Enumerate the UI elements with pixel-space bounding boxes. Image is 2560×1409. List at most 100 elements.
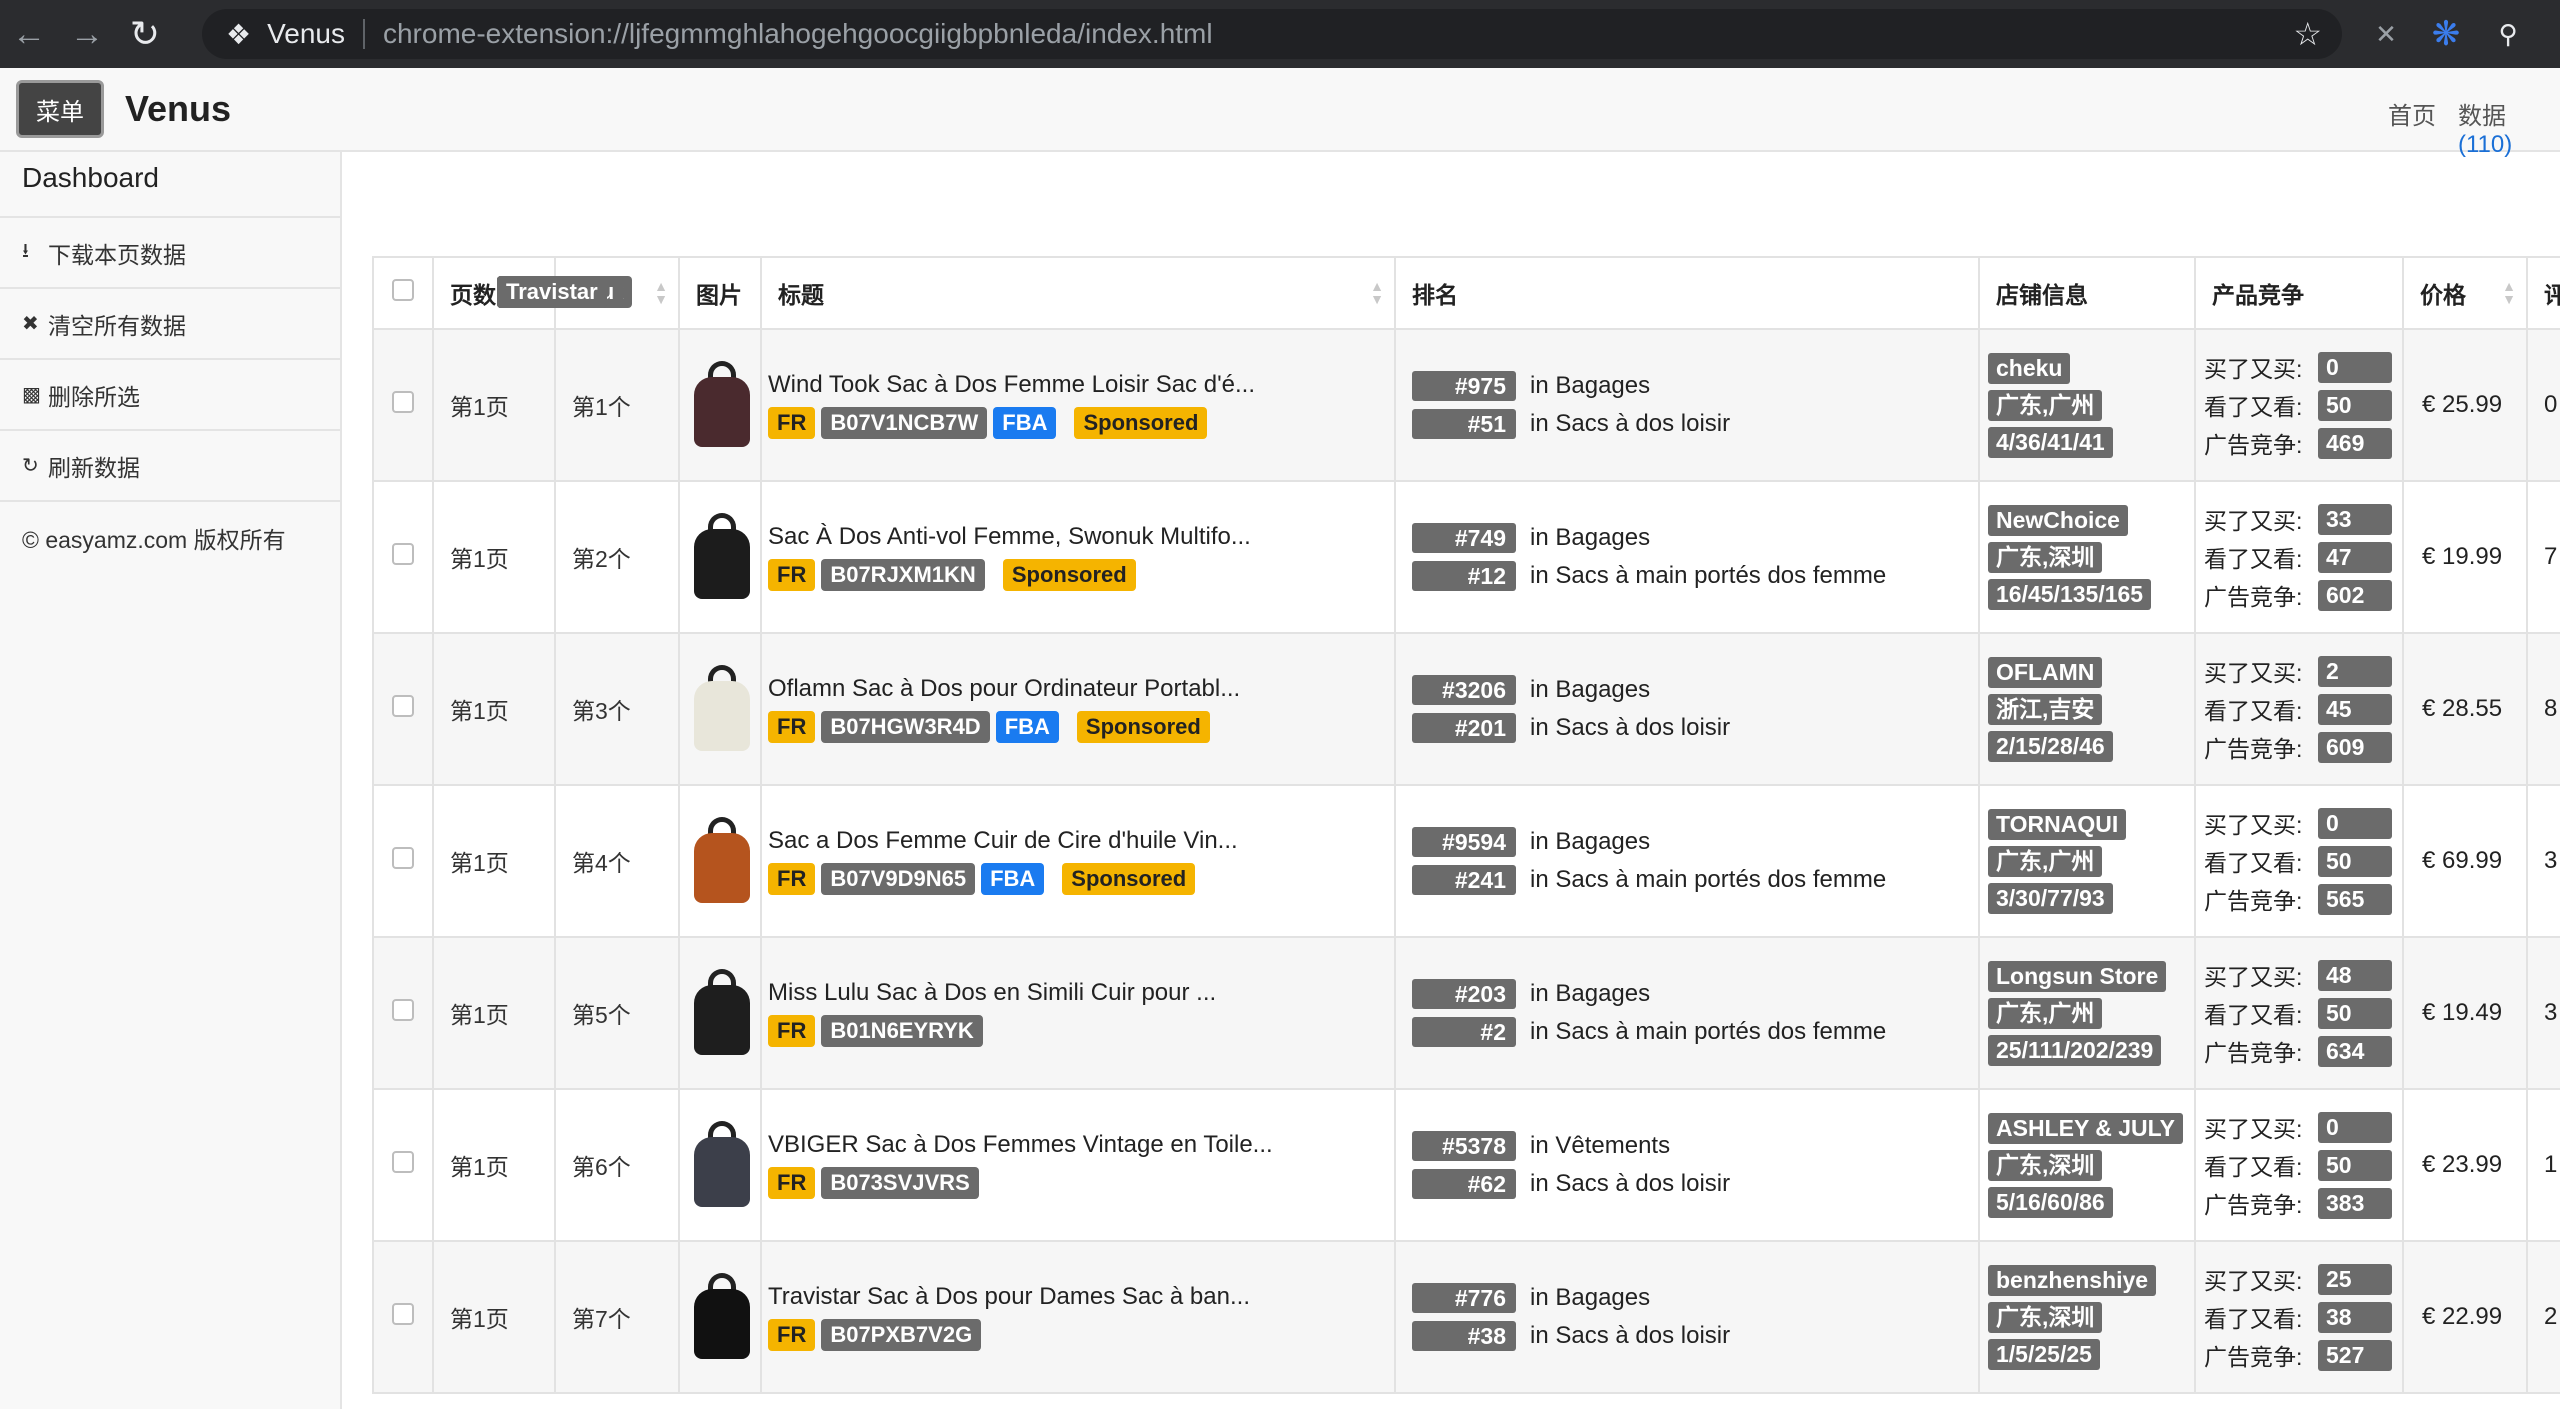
row-checkbox[interactable]	[392, 1151, 414, 1173]
store-name-badge[interactable]: TORNAQUI	[1988, 808, 2127, 840]
col-price[interactable]: 价格 ▲ ▼	[2402, 256, 2528, 330]
comp-line-bought: 买了又买: 0	[2204, 1108, 2402, 1146]
search-extension-icon[interactable]: ⚲	[2490, 16, 2526, 52]
rank-category-name: Bagages	[1555, 524, 1651, 551]
store-name-badge[interactable]: ASHLEY & JULY	[1988, 1112, 2183, 1144]
trash-icon: ▩	[22, 384, 41, 406]
product-title[interactable]: Travistar Sac à Dos pour Dames Sac à ban…	[768, 1283, 1394, 1311]
product-title[interactable]: Sac À Dos Anti-vol Femme, Swonuk Multifo…	[768, 523, 1394, 551]
row-select-cell[interactable]	[372, 480, 434, 634]
row-checkbox[interactable]	[392, 1303, 414, 1325]
comp-value: 634	[2318, 1035, 2392, 1067]
address-bar[interactable]: ❖ Venus chrome-extension://ljfegmmghlaho…	[202, 9, 2342, 59]
sort-icon[interactable]: ▲▼	[2502, 279, 2516, 306]
store-name-badge[interactable]: cheku	[1988, 352, 2071, 384]
download-icon: ⭳	[22, 239, 29, 262]
store-location-badge: 广东,广州	[1988, 845, 2103, 877]
data-link[interactable]: 数据(110)	[2458, 96, 2560, 159]
table-row: 第1页 第1个 Wind Took Sac à Dos Femme Loisir…	[372, 276, 2560, 482]
rank-category-name: Sacs à dos loisir	[1555, 714, 1731, 741]
rank-cell: #3206 in Bagages #201 in Sacs à dos loisir	[1394, 632, 1980, 786]
store-location-badge: 广东,广州	[1988, 389, 2103, 421]
store-name-badge[interactable]: OFLAMN	[1988, 656, 2103, 688]
sidebar-item-clear-all[interactable]: ✖ 清空所有数据	[0, 289, 340, 360]
menu-button[interactable]: 菜单	[16, 80, 104, 138]
row-select-cell[interactable]	[372, 1240, 434, 1394]
rank-category: in Sacs à main portés dos femme	[1530, 866, 1886, 894]
col-reviews[interactable]: 评	[2526, 256, 2560, 330]
forward-icon[interactable]: →	[58, 0, 116, 68]
row-select-cell[interactable]	[372, 328, 434, 482]
market-badge: FR	[768, 1167, 816, 1199]
row-checkbox[interactable]	[392, 847, 414, 869]
reviews-cell: 1	[2526, 1088, 2560, 1242]
bookmark-star-icon[interactable]: ☆	[2293, 15, 2322, 53]
row-select-cell[interactable]	[372, 784, 434, 938]
product-thumbnail[interactable]	[684, 357, 758, 453]
row-checkbox[interactable]	[392, 695, 414, 717]
product-title[interactable]: VBIGER Sac à Dos Femmes Vintage en Toile…	[768, 1131, 1394, 1159]
sidebar-item-delete-selected[interactable]: ▩ 删除所选	[0, 360, 340, 431]
product-thumbnail[interactable]	[684, 965, 758, 1061]
row-checkbox[interactable]	[392, 999, 414, 1021]
row-select-cell[interactable]	[372, 936, 434, 1090]
comp-label: 买了又买:	[2204, 508, 2303, 534]
product-title[interactable]: Sac a Dos Femme Cuir de Cire d'huile Vin…	[768, 827, 1394, 855]
asin-badge[interactable]: B07V9D9N65	[821, 863, 976, 895]
comp-line-viewed: 看了又看: 50	[2204, 994, 2402, 1032]
col-label: 价格	[2420, 282, 2466, 308]
product-thumbnail[interactable]	[684, 813, 758, 909]
comp-value: 33	[2318, 503, 2392, 535]
row-checkbox[interactable]	[392, 391, 414, 413]
comp-value: 47	[2318, 541, 2392, 573]
select-all-checkbox[interactable]	[392, 279, 414, 301]
select-all-header[interactable]	[372, 256, 434, 330]
rank-prefix: in	[1530, 980, 1549, 1007]
store-name-badge[interactable]: benzhenshiye	[1988, 1264, 2157, 1296]
product-thumbnail[interactable]	[684, 661, 758, 757]
asin-badge[interactable]: B073SVJVRS	[821, 1167, 979, 1199]
sort-icon[interactable]: ▲▼	[1370, 279, 1384, 306]
rank-line-sub: #2 in Sacs à main portés dos femme	[1412, 1013, 1978, 1051]
rank-category: in Bagages	[1530, 1284, 1650, 1312]
product-thumbnail[interactable]	[684, 1269, 758, 1365]
product-thumbnail[interactable]	[684, 509, 758, 605]
product-thumbnail[interactable]	[684, 1117, 758, 1213]
reviews-cell: 0	[2526, 328, 2560, 482]
asin-badge[interactable]: B07PXB7V2G	[821, 1319, 982, 1351]
col-title[interactable]: 标题 ▲ ▼	[760, 256, 1396, 330]
close-extension-icon[interactable]: ✕	[2368, 16, 2404, 52]
brand-badge[interactable]: Travistar	[497, 276, 607, 308]
data-table-container[interactable]: 页数▲▼ 位置▲▼ 图片 标题▲▼ 排名 店铺信息 产品竞争 价格▲▼ 评 第1…	[372, 256, 2560, 1409]
col-label: 产品竞争	[2212, 282, 2304, 308]
row-select-cell[interactable]	[372, 1088, 434, 1242]
product-title[interactable]: Oflamn Sac à Dos pour Ordinateur Portabl…	[768, 675, 1394, 703]
reload-icon[interactable]: ↻	[116, 0, 174, 68]
sidebar-item-refresh[interactable]: ↻ 刷新数据	[0, 431, 340, 502]
asin-badge[interactable]: B07V1NCB7W	[821, 407, 988, 439]
url-text[interactable]: chrome-extension://ljfegmmghlahogehgoocg…	[383, 18, 1213, 50]
store-name-badge[interactable]: Longsun Store	[1988, 960, 2167, 992]
spider-extension-icon[interactable]: ❋	[2428, 15, 2464, 53]
comp-value: 609	[2318, 731, 2392, 763]
product-title[interactable]: Wind Took Sac à Dos Femme Loisir Sac d'é…	[768, 371, 1394, 399]
product-title[interactable]: Miss Lulu Sac à Dos en Simili Cuir pour …	[768, 979, 1394, 1007]
rank-prefix: in	[1530, 676, 1549, 703]
sidebar-item-label: 下载本页数据	[48, 241, 186, 268]
col-competition: 产品竞争	[2194, 256, 2404, 330]
row-select-cell[interactable]	[372, 632, 434, 786]
title-cell: VBIGER Sac à Dos Femmes Vintage en Toile…	[497, 276, 1396, 1242]
rank-line-sub: #62 in Sacs à dos loisir	[1412, 1165, 1978, 1203]
price-cell: € 19.99	[2402, 480, 2528, 634]
comp-value: 50	[2318, 1149, 2392, 1181]
home-link[interactable]: 首页	[2388, 96, 2436, 131]
asin-badge[interactable]: B07HGW3R4D	[821, 711, 990, 743]
sidebar-item-download[interactable]: ⭳ 下载本页数据	[0, 218, 340, 289]
asin-badge[interactable]: B01N6EYRYK	[821, 1015, 983, 1047]
back-icon[interactable]: ←	[0, 0, 58, 68]
row-checkbox[interactable]	[392, 543, 414, 565]
sidebar-title[interactable]: Dashboard	[0, 152, 340, 218]
asin-badge[interactable]: B07RJXM1KN	[821, 559, 985, 591]
store-name-badge[interactable]: NewChoice	[1988, 504, 2128, 536]
sort-icon[interactable]: ▲▼	[654, 279, 668, 306]
